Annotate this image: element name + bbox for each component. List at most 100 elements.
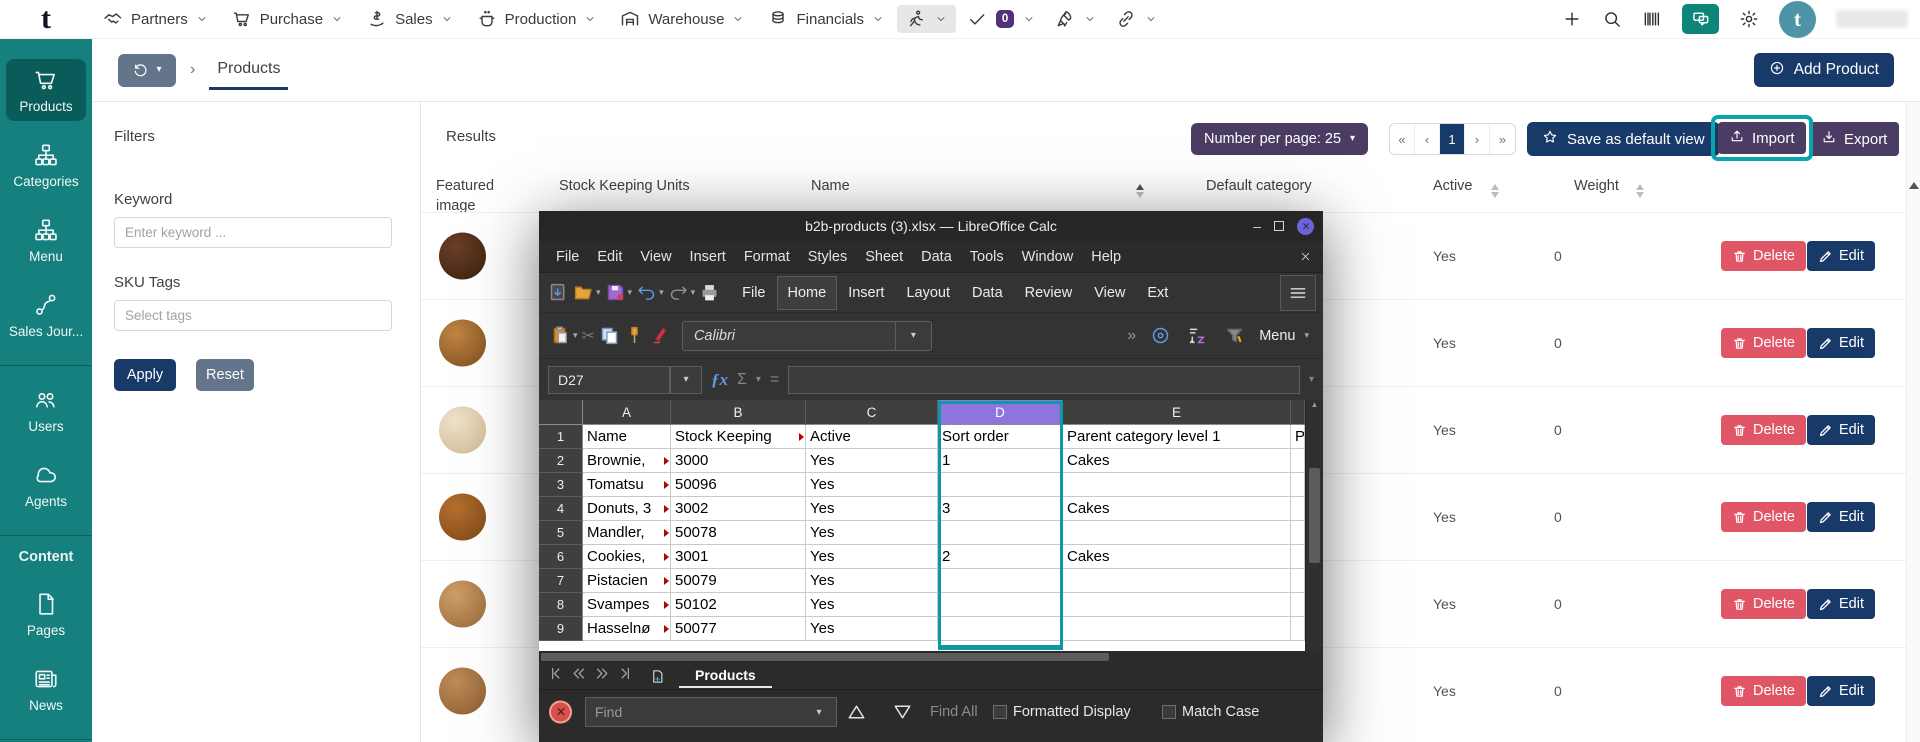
apply-button[interactable]: Apply (114, 359, 176, 391)
sidebar-item-pages[interactable]: Pages (6, 583, 86, 645)
calc-tab-layout[interactable]: Layout (895, 276, 961, 310)
cell-A1[interactable]: Name (583, 425, 671, 449)
page-1[interactable]: 1 (1440, 124, 1465, 154)
page-scrollbar[interactable] (1906, 102, 1920, 742)
cell-E1[interactable]: Parent category level 1 (1063, 425, 1291, 449)
delete-button[interactable]: Delete (1721, 676, 1806, 706)
calc-menu-button[interactable]: Menu ▾ (1259, 328, 1309, 344)
edit-button[interactable]: Edit (1807, 241, 1875, 271)
delete-button[interactable]: Delete (1721, 328, 1806, 358)
calc-menu-data[interactable]: Data (912, 249, 961, 265)
delete-button[interactable]: Delete (1721, 502, 1806, 532)
name-box[interactable]: D27 (548, 365, 670, 394)
maximize-button[interactable] (1274, 221, 1284, 231)
select-all-corner[interactable] (539, 400, 583, 425)
calc-tab-home[interactable]: Home (776, 275, 838, 310)
cell-B5[interactable]: 50078 (671, 521, 806, 545)
calc-menu-insert[interactable]: Insert (681, 249, 735, 265)
sidebar-item-menu[interactable]: Menu (6, 209, 86, 271)
per-page-dropdown[interactable]: Number per page: 25 ▾ (1191, 123, 1369, 155)
cell-C5[interactable]: Yes (806, 521, 938, 545)
column-header-featured-image[interactable]: Featured image (436, 177, 498, 216)
formula-input[interactable] (788, 365, 1300, 394)
paste-icon[interactable]: ▾ (550, 325, 578, 346)
cell-C9[interactable]: Yes (806, 617, 938, 641)
sidebar-item-products[interactable]: Products (6, 59, 86, 121)
cell-F1[interactable]: Pa (1291, 425, 1305, 449)
sum-icon[interactable]: Σ (737, 371, 747, 389)
row-header-3[interactable]: 3 (539, 473, 583, 497)
cell-A8[interactable]: Svampes (583, 593, 671, 617)
find-all-button[interactable]: Find All (930, 704, 978, 720)
edit-button[interactable]: Edit (1807, 415, 1875, 445)
new-button[interactable] (1562, 9, 1582, 29)
cell-D6[interactable]: 2 (938, 545, 1063, 569)
cell-C2[interactable]: Yes (806, 449, 938, 473)
settings-button[interactable] (1739, 9, 1759, 29)
vertical-scrollbar[interactable]: ▲ (1305, 400, 1323, 651)
edit-button[interactable]: Edit (1807, 328, 1875, 358)
redo-icon[interactable]: ▾ (668, 282, 695, 303)
cell-F6[interactable] (1291, 545, 1305, 569)
find-input[interactable] (585, 697, 803, 727)
calc-menu-format[interactable]: Format (735, 249, 799, 265)
equals-icon[interactable]: = (770, 371, 779, 389)
sheet-tab-products[interactable]: Products (679, 665, 772, 688)
cell-B8[interactable]: 50102 (671, 593, 806, 617)
row-header-6[interactable]: 6 (539, 545, 583, 569)
cell-D4[interactable]: 3 (938, 497, 1063, 521)
topnav-check[interactable]: 0 (958, 5, 1044, 33)
cell-D8[interactable] (938, 593, 1063, 617)
column-header-E[interactable]: E (1063, 400, 1291, 425)
calc-tab-data[interactable]: Data (961, 276, 1014, 310)
cell-D3[interactable] (938, 473, 1063, 497)
cell-E9[interactable] (1063, 617, 1291, 641)
cell-E4[interactable]: Cakes (1063, 497, 1291, 521)
column-header-D[interactable]: D (938, 400, 1063, 425)
next-sheet-icon[interactable] (595, 666, 610, 686)
page-nav[interactable]: ‹ (1415, 124, 1440, 154)
cell-A2[interactable]: Brownie, (583, 449, 671, 473)
cell-F3[interactable] (1291, 473, 1305, 497)
row-header-8[interactable]: 8 (539, 593, 583, 617)
cell-D9[interactable] (938, 617, 1063, 641)
find-next-icon[interactable] (891, 700, 914, 723)
cell-B7[interactable]: 50079 (671, 569, 806, 593)
cell-F4[interactable] (1291, 497, 1305, 521)
row-header-9[interactable]: 9 (539, 617, 583, 641)
import-button[interactable]: Import (1718, 122, 1806, 154)
cell-B9[interactable]: 50077 (671, 617, 806, 641)
sidebar-item-users[interactable]: Users (6, 379, 86, 441)
cell-B3[interactable]: 50096 (671, 473, 806, 497)
sort-az-icon[interactable] (1187, 325, 1208, 346)
calc-tab-insert[interactable]: Insert (837, 276, 895, 310)
cell-C8[interactable]: Yes (806, 593, 938, 617)
topnav-financials[interactable]: Financials (757, 5, 895, 33)
column-header-weight[interactable]: Weight (1574, 177, 1634, 197)
row-header-1[interactable]: 1 (539, 425, 583, 449)
autofilter-icon[interactable] (1224, 325, 1245, 346)
topnav-link[interactable] (1107, 5, 1166, 33)
chevron-down-icon[interactable]: ▾ (894, 320, 931, 351)
cell-C1[interactable]: Active (806, 425, 938, 449)
cell-E8[interactable] (1063, 593, 1291, 617)
previous-sheet-icon[interactable] (571, 666, 586, 686)
topnav-production[interactable]: Production (466, 5, 608, 33)
column-header-stock-keeping-units[interactable]: Stock Keeping Units (559, 177, 759, 197)
cell-B4[interactable]: 3002 (671, 497, 806, 521)
cell-C4[interactable]: Yes (806, 497, 938, 521)
open-file-icon[interactable]: ▾ (573, 282, 601, 303)
sidebar-item-news[interactable]: News (6, 658, 86, 720)
close-find-button[interactable] (549, 700, 572, 723)
calc-menu-sheet[interactable]: Sheet (856, 249, 912, 265)
add-sheet-icon[interactable] (650, 669, 665, 684)
cell-F7[interactable] (1291, 569, 1305, 593)
column-header-active[interactable]: Active (1433, 177, 1493, 197)
product-thumbnail[interactable] (439, 319, 486, 367)
row-header-5[interactable]: 5 (539, 521, 583, 545)
cell-D1[interactable]: Sort order (938, 425, 1063, 449)
calc-menu-edit[interactable]: Edit (588, 249, 631, 265)
last-sheet-icon[interactable] (619, 666, 634, 686)
calc-tab-review[interactable]: Review (1014, 276, 1084, 310)
sku-tags-input[interactable] (114, 300, 392, 331)
